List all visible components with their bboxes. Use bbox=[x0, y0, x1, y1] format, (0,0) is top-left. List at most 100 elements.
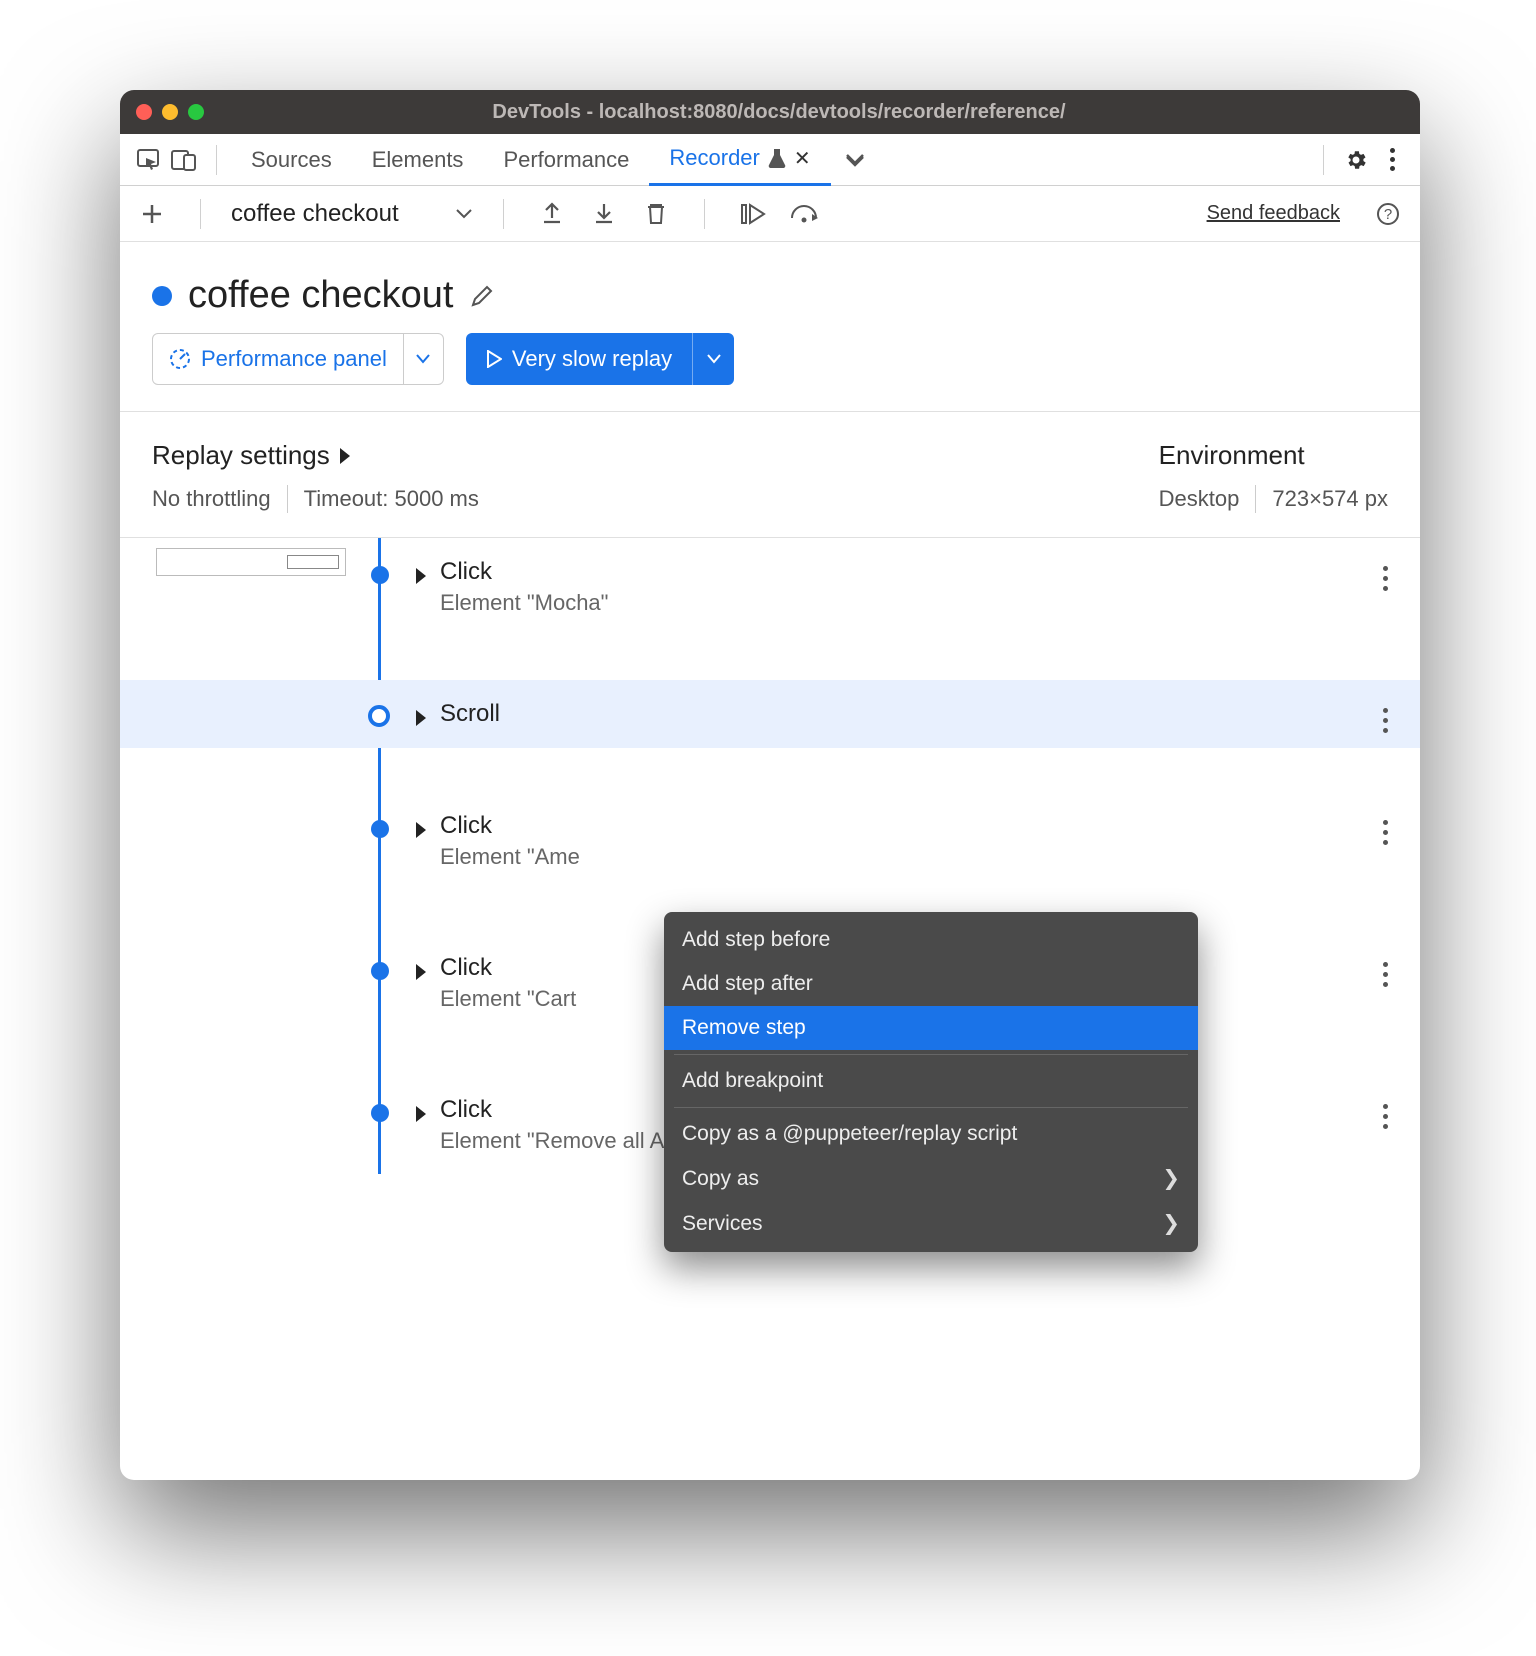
divider bbox=[216, 145, 217, 175]
chevron-right-icon bbox=[340, 448, 350, 464]
ctx-add-step-before[interactable]: Add step before bbox=[664, 918, 1198, 962]
ctx-remove-step[interactable]: Remove step bbox=[664, 1006, 1198, 1050]
replay-speed-dropdown[interactable] bbox=[692, 333, 734, 385]
button-label: Performance panel bbox=[201, 346, 387, 372]
device-toolbar-icon[interactable] bbox=[166, 142, 202, 178]
timeline-node-icon bbox=[371, 1104, 389, 1122]
delete-icon[interactable] bbox=[638, 196, 674, 232]
chevron-right-icon: ❯ bbox=[1162, 1211, 1180, 1236]
expand-step-icon[interactable] bbox=[416, 710, 426, 726]
menu-label: Remove step bbox=[682, 1016, 806, 1040]
tab-label: Sources bbox=[251, 147, 332, 173]
ctx-add-breakpoint[interactable]: Add breakpoint bbox=[664, 1059, 1198, 1103]
menu-separator bbox=[674, 1107, 1188, 1108]
chevron-right-icon: ❯ bbox=[1162, 1166, 1180, 1191]
throttling-value: No throttling bbox=[152, 486, 271, 512]
divider bbox=[287, 485, 288, 513]
menu-label: Add step after bbox=[682, 972, 813, 996]
expand-step-icon[interactable] bbox=[416, 1106, 426, 1122]
perf-panel-dropdown[interactable] bbox=[403, 334, 443, 384]
edit-title-icon[interactable] bbox=[469, 283, 495, 309]
divider bbox=[1255, 485, 1256, 513]
tab-label: Recorder bbox=[669, 145, 759, 171]
close-window-button[interactable] bbox=[136, 104, 152, 120]
timeout-value: Timeout: 5000 ms bbox=[304, 486, 479, 512]
step-replay-icon[interactable] bbox=[735, 196, 771, 232]
heading-label: Environment bbox=[1159, 440, 1305, 471]
replay-button[interactable]: Very slow replay bbox=[466, 333, 734, 385]
menu-label: Copy as bbox=[682, 1167, 759, 1191]
step-subtitle: Element "Mocha" bbox=[440, 590, 1360, 616]
divider bbox=[1323, 145, 1324, 175]
step-menu-icon[interactable] bbox=[1383, 820, 1388, 845]
tab-label: Elements bbox=[372, 147, 464, 173]
recorder-toolbar: coffee checkout Send feedback ? bbox=[120, 186, 1420, 242]
menu-label: Services bbox=[682, 1212, 763, 1236]
ctx-copy-as[interactable]: Copy as ❯ bbox=[664, 1156, 1198, 1201]
divider bbox=[503, 199, 504, 229]
flask-icon bbox=[768, 148, 786, 168]
step-subtitle: Element "Ame bbox=[440, 844, 1360, 870]
window-title: DevTools - localhost:8080/docs/devtools/… bbox=[154, 101, 1404, 124]
menu-label: Add breakpoint bbox=[682, 1069, 823, 1093]
inspect-element-icon[interactable] bbox=[130, 142, 166, 178]
ctx-services[interactable]: Services ❯ bbox=[664, 1201, 1198, 1246]
kebab-menu-icon[interactable] bbox=[1374, 142, 1410, 178]
expand-step-icon[interactable] bbox=[416, 568, 426, 584]
timeline-node-icon bbox=[371, 820, 389, 838]
step-menu-icon[interactable] bbox=[1383, 1104, 1388, 1129]
recording-header: coffee checkout bbox=[120, 242, 1420, 333]
step-row[interactable]: Click Element "Mocha" bbox=[120, 538, 1420, 636]
expand-step-icon[interactable] bbox=[416, 964, 426, 980]
step-row[interactable]: Scroll bbox=[120, 680, 1420, 748]
tab-performance[interactable]: Performance bbox=[483, 134, 649, 186]
devtools-tabstrip: Sources Elements Performance Recorder ✕ bbox=[120, 134, 1420, 186]
import-icon[interactable] bbox=[586, 196, 622, 232]
devtools-window: DevTools - localhost:8080/docs/devtools/… bbox=[120, 90, 1420, 1480]
step-over-icon[interactable] bbox=[787, 196, 823, 232]
new-recording-icon[interactable] bbox=[134, 196, 170, 232]
svg-text:?: ? bbox=[1384, 206, 1392, 223]
menu-label: Add step before bbox=[682, 928, 830, 952]
chevron-down-icon[interactable] bbox=[455, 208, 473, 220]
play-icon bbox=[486, 350, 502, 368]
tab-elements[interactable]: Elements bbox=[352, 134, 484, 186]
divider bbox=[200, 199, 201, 229]
tab-sources[interactable]: Sources bbox=[231, 134, 352, 186]
gauge-icon bbox=[169, 348, 191, 370]
step-title: Scroll bbox=[440, 700, 1360, 728]
step-title: Click bbox=[440, 558, 1360, 586]
action-buttons: Performance panel Very slow replay bbox=[120, 333, 1420, 411]
step-title: Click bbox=[440, 812, 1360, 840]
ctx-copy-puppeteer[interactable]: Copy as a @puppeteer/replay script bbox=[664, 1112, 1198, 1156]
performance-panel-button[interactable]: Performance panel bbox=[152, 333, 444, 385]
step-row[interactable]: Click Element "Ame bbox=[120, 792, 1420, 890]
context-menu: Add step before Add step after Remove st… bbox=[664, 912, 1198, 1252]
timeline-node-icon bbox=[371, 566, 389, 584]
help-icon[interactable]: ? bbox=[1370, 196, 1406, 232]
menu-label: Copy as a @puppeteer/replay script bbox=[682, 1122, 1017, 1146]
expand-step-icon[interactable] bbox=[416, 822, 426, 838]
tab-recorder[interactable]: Recorder ✕ bbox=[649, 134, 830, 186]
more-tabs-icon[interactable] bbox=[837, 142, 873, 178]
recording-indicator-icon bbox=[152, 286, 172, 306]
close-tab-icon[interactable]: ✕ bbox=[794, 146, 811, 171]
viewport-value: 723×574 px bbox=[1272, 486, 1388, 512]
step-menu-icon[interactable] bbox=[1383, 708, 1388, 733]
heading-label: Replay settings bbox=[152, 440, 330, 471]
recording-selector[interactable]: coffee checkout bbox=[231, 200, 399, 228]
step-menu-icon[interactable] bbox=[1383, 566, 1388, 591]
menu-separator bbox=[674, 1054, 1188, 1055]
timeline-node-icon bbox=[371, 962, 389, 980]
send-feedback-link[interactable]: Send feedback bbox=[1207, 202, 1340, 225]
tab-label: Performance bbox=[503, 147, 629, 173]
settings-gear-icon[interactable] bbox=[1338, 142, 1374, 178]
environment-heading: Environment bbox=[1159, 440, 1388, 471]
export-icon[interactable] bbox=[534, 196, 570, 232]
replay-settings-heading[interactable]: Replay settings bbox=[152, 440, 1159, 471]
device-value: Desktop bbox=[1159, 486, 1240, 512]
divider bbox=[704, 199, 705, 229]
step-menu-icon[interactable] bbox=[1383, 962, 1388, 987]
titlebar: DevTools - localhost:8080/docs/devtools/… bbox=[120, 90, 1420, 134]
ctx-add-step-after[interactable]: Add step after bbox=[664, 962, 1198, 1006]
